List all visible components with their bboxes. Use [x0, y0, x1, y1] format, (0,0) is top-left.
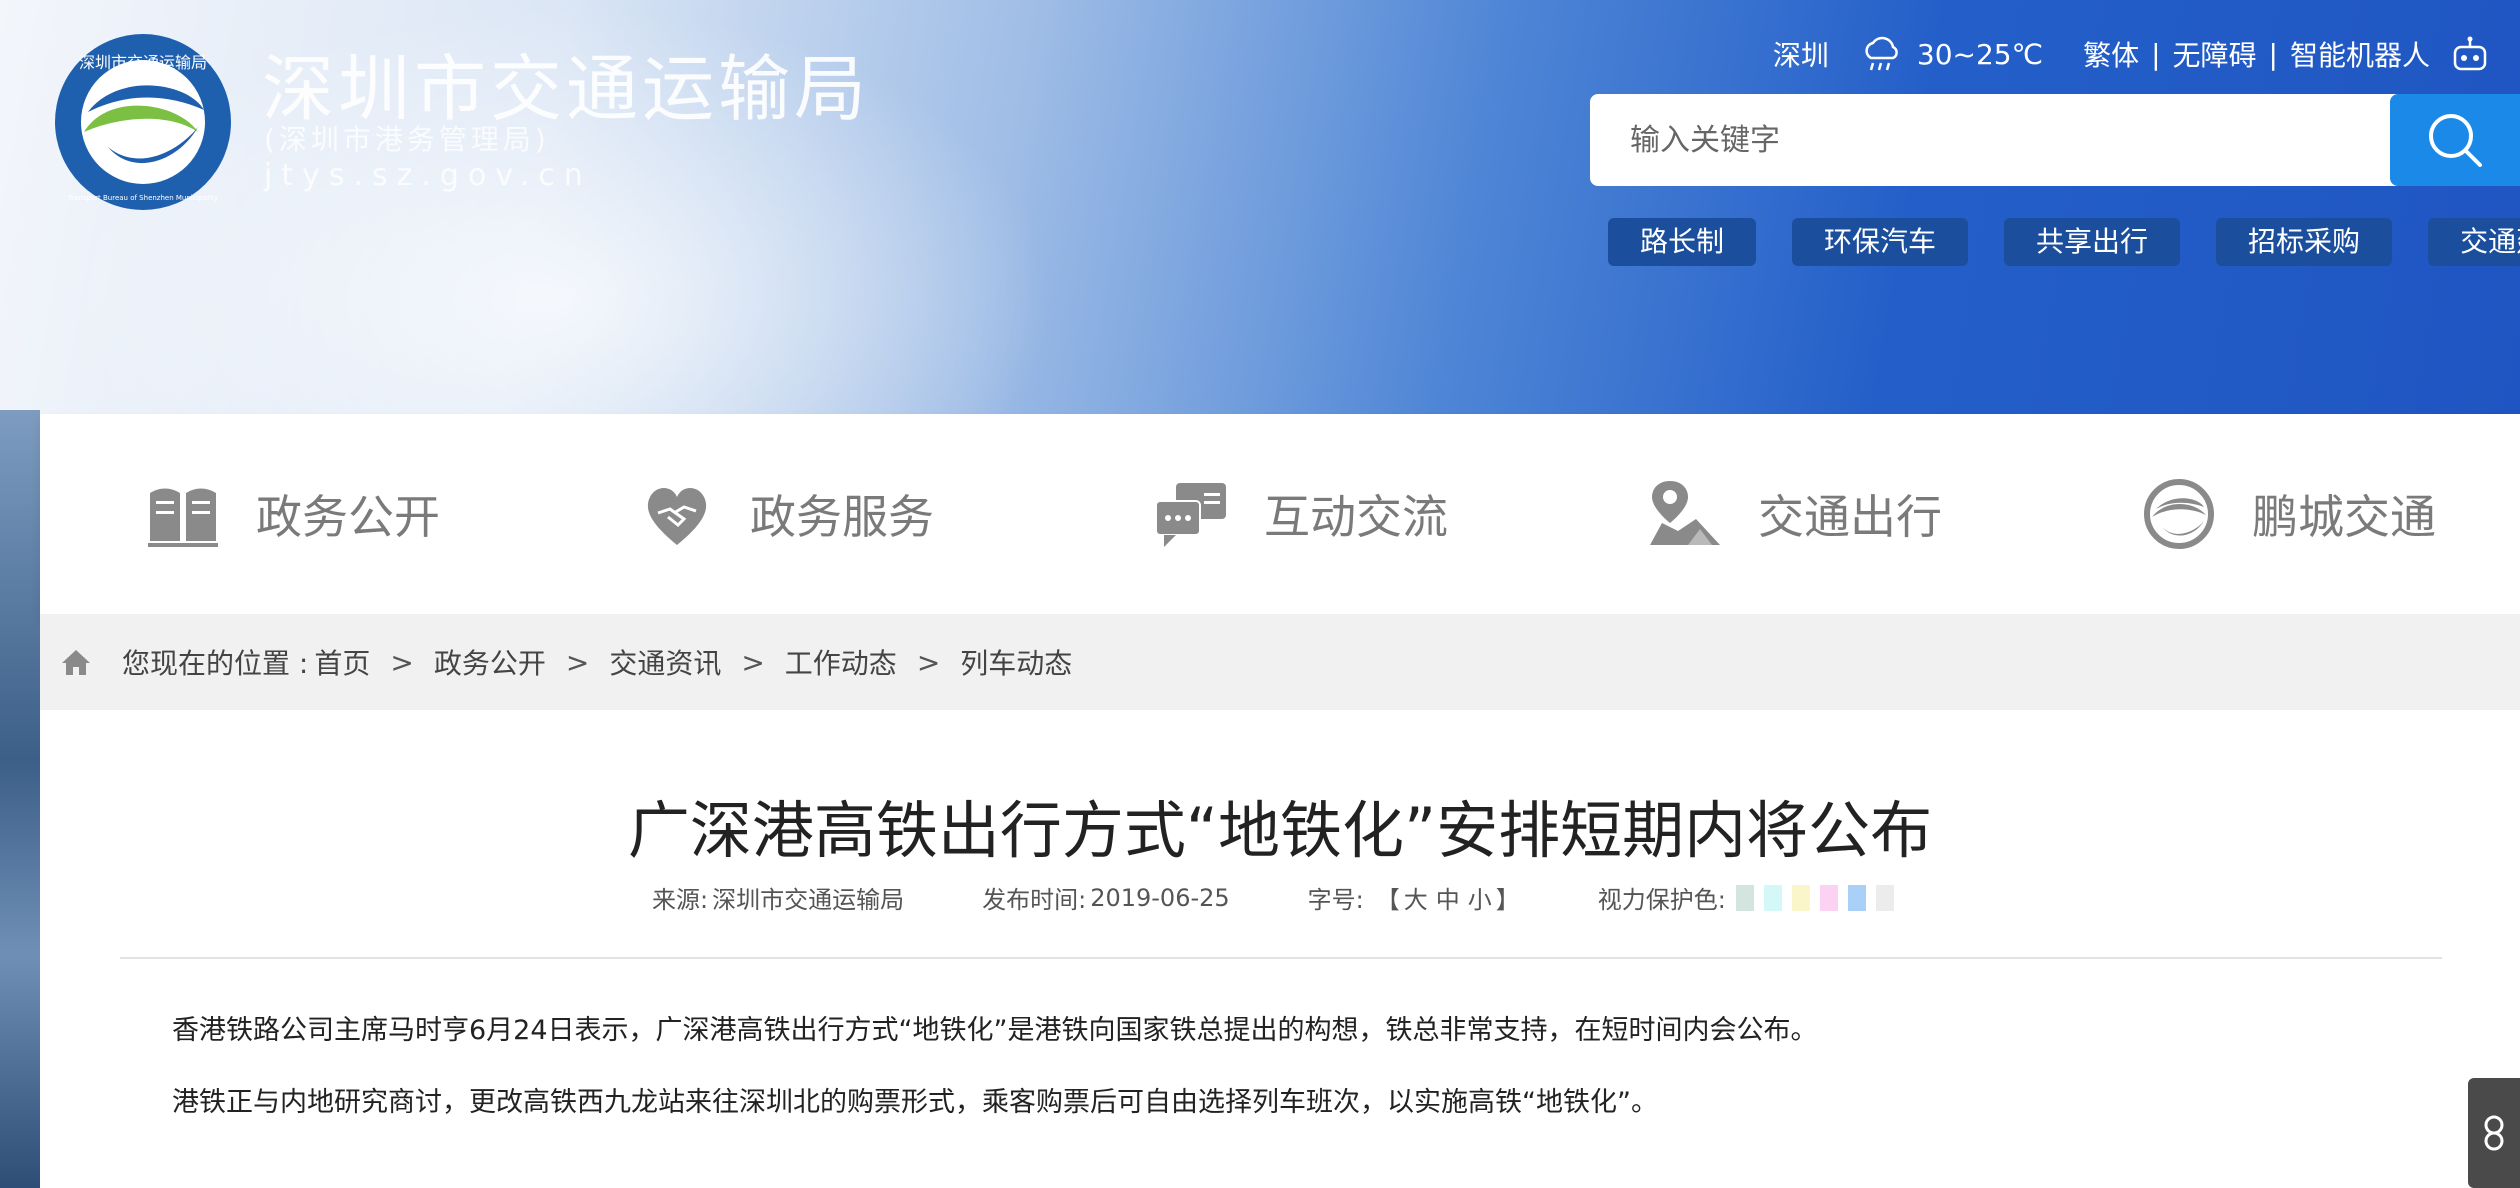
fontsize-label: 字号:	[1307, 886, 1364, 914]
top-utility-bar: 深圳 30~25℃ 繁体 | 无障碍 | 智能机器人	[1773, 32, 2490, 76]
eye-color-label: 视力保护色:	[1597, 886, 1726, 914]
handshake-heart-icon	[647, 488, 707, 545]
breadcrumb-arrow: >	[741, 645, 765, 679]
eye-color-swatch[interactable]	[1875, 884, 1894, 911]
fontsize-large-button[interactable]: 大	[1404, 880, 1428, 915]
book-icon	[148, 488, 218, 547]
nav-label: 交通出行	[1758, 490, 1942, 544]
nav-label: 政务服务	[750, 490, 934, 544]
quick-link-procurement[interactable]: 招标采购	[2216, 218, 2393, 266]
nav-label: 鹏城交通	[2252, 490, 2436, 544]
date-value: 2019-06-25	[1090, 883, 1230, 912]
breadcrumb-prefix: 您现在的位置 :	[122, 647, 309, 680]
article: 广深港高铁出行方式“地铁化”安排短期内将公布 来源: 深圳市交通运输局 发布时间…	[40, 710, 2520, 1188]
accessibility-link[interactable]: 无障碍	[2173, 34, 2257, 74]
bureau-logo[interactable]: 深圳市交通运输局 Transport Bureau of Shenzhen Mu…	[48, 32, 238, 212]
robot-link[interactable]: 智能机器人	[2290, 34, 2430, 74]
logo-ring-text: Transport Bureau of Shenzhen Municipalit…	[67, 194, 218, 202]
article-paragraph: 港铁正与内地研究商讨，更改高铁西九龙站来往深圳北的购票形式，乘客购票后可自由选择…	[172, 1087, 1658, 1118]
logo-text: 深圳市交通运输局	[79, 53, 207, 72]
background-photo-strip	[0, 410, 40, 1188]
widget-icon	[2484, 1115, 2504, 1151]
breadcrumb-arrow: >	[565, 645, 590, 679]
breadcrumb-gov-affairs[interactable]: 政务公开	[434, 642, 546, 682]
quick-link-construction[interactable]: 交通建设	[2428, 218, 2520, 266]
separator: |	[2268, 37, 2278, 71]
fontsize-medium-button[interactable]: 中	[1436, 880, 1460, 915]
quick-link-road-chief[interactable]: 路长制	[1608, 218, 1757, 266]
nav-item-pengcheng-transport[interactable]: 鹏城交通	[2142, 414, 2436, 614]
nav-label: 政务公开	[256, 490, 440, 544]
article-paragraph: 香港铁路公司主席马时亨6月24日表示，广深港高铁出行方式“地铁化”是港铁向国家铁…	[172, 1015, 1818, 1046]
temperature: 30~25℃	[1916, 37, 2044, 71]
home-icon[interactable]	[60, 647, 92, 677]
eye-color-swatch[interactable]	[1819, 884, 1838, 911]
swirl-logo-icon	[2144, 479, 2214, 549]
fontsize-bracket-open: 【	[1375, 886, 1400, 914]
search-icon	[2429, 114, 2482, 167]
breadcrumb-traffic-news[interactable]: 交通资讯	[609, 642, 721, 682]
source-value: 深圳市交通运输局	[712, 886, 905, 914]
font-size-control: 字号: 【 大 中 小 】	[1308, 880, 1520, 915]
map-pin-icon	[1650, 481, 1720, 545]
article-date: 发布时间: 2019-06-25	[982, 880, 1230, 915]
separator: |	[2151, 37, 2161, 71]
eye-color-swatch[interactable]	[1847, 884, 1866, 911]
breadcrumb: 您现在的位置 : 首页 > 政务公开 > 交通资讯 > 工作动态 > 列车动态	[40, 614, 2520, 710]
nav-item-interaction[interactable]: 互动交流	[1154, 414, 1448, 614]
article-source: 来源: 深圳市交通运输局	[652, 880, 904, 915]
quick-links: 路长制 环保汽车 共享出行 招标采购 交通建设	[1608, 218, 2520, 266]
breadcrumb-home[interactable]: 首页	[314, 642, 370, 682]
nav-label: 互动交流	[1264, 490, 1448, 544]
article-title: 广深港高铁出行方式“地铁化”安排短期内将公布	[627, 794, 1933, 867]
breadcrumb-arrow: >	[916, 645, 941, 679]
breadcrumb-train-updates[interactable]: 列车动态	[960, 642, 1072, 682]
cloud-rain-icon	[1865, 36, 1898, 71]
traditional-chinese-link[interactable]: 繁体	[2083, 34, 2139, 74]
city-label: 深圳	[1772, 39, 1829, 72]
eye-protection-colors: 视力保护色:	[1598, 880, 1894, 915]
nav-item-transport[interactable]: 交通出行	[1648, 414, 1942, 614]
chat-bubbles-icon	[1155, 483, 1226, 547]
divider	[120, 957, 2442, 959]
fontsize-bracket-close: 】	[1495, 886, 1520, 914]
site-domain: jtys.sz.gov.cn	[264, 158, 592, 193]
search-button[interactable]	[2390, 94, 2520, 186]
eye-color-swatch[interactable]	[1763, 884, 1782, 911]
main-nav: 政务公开 政务服务 互动交流 交通出行 鹏城交通	[40, 414, 2520, 614]
fontsize-small-button[interactable]: 小	[1468, 880, 1492, 915]
search-input[interactable]	[1590, 94, 2400, 186]
floating-side-widget[interactable]	[2468, 1078, 2520, 1188]
article-meta: 来源: 深圳市交通运输局 发布时间: 2019-06-25 字号: 【 大 中 …	[652, 880, 1894, 915]
nav-item-gov-affairs[interactable]: 政务公开	[146, 414, 440, 614]
source-label: 来源:	[652, 886, 709, 914]
breadcrumb-arrow: >	[390, 645, 414, 679]
robot-icon[interactable]	[2450, 35, 2490, 73]
quick-link-green-vehicles[interactable]: 环保汽车	[1792, 218, 1969, 266]
eye-color-swatch[interactable]	[1791, 884, 1810, 911]
site-subtitle: (深圳市港务管理局)	[264, 123, 550, 156]
date-label: 发布时间:	[982, 886, 1087, 914]
nav-item-gov-services[interactable]: 政务服务	[640, 414, 934, 614]
eye-color-swatch[interactable]	[1735, 884, 1754, 911]
quick-link-shared-travel[interactable]: 共享出行	[2004, 218, 2181, 266]
breadcrumb-work-updates[interactable]: 工作动态	[785, 642, 897, 682]
